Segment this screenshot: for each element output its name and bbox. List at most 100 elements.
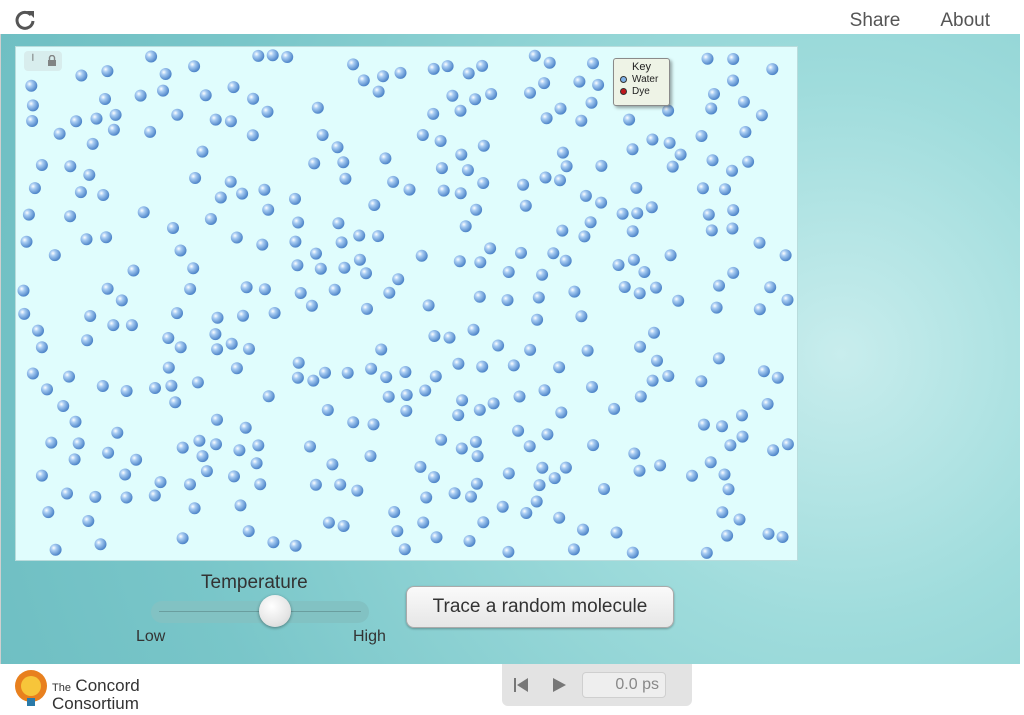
water-molecule <box>716 420 728 433</box>
water-molecule <box>710 301 723 314</box>
key-label-dye: Dye <box>632 86 650 97</box>
lock-icon[interactable] <box>47 54 57 68</box>
concord-logo[interactable]: The Concord Consortium <box>12 668 162 712</box>
water-molecule <box>184 478 196 491</box>
water-molecule <box>137 206 150 219</box>
water-molecule <box>469 435 482 448</box>
water-molecule <box>757 365 770 378</box>
water-molecule <box>387 175 400 188</box>
play-button[interactable] <box>540 666 578 704</box>
water-molecule <box>144 125 157 138</box>
water-molecule <box>453 255 466 268</box>
water-molecule <box>48 249 61 262</box>
water-molecule <box>165 379 178 392</box>
water-molecule <box>547 247 560 260</box>
water-molecule <box>721 529 734 542</box>
water-molecule <box>476 59 489 72</box>
water-molecule <box>548 472 561 485</box>
water-molecule <box>476 360 489 373</box>
water-molecule <box>598 483 610 495</box>
water-molecule <box>316 129 329 141</box>
playback-controls: 0.0 ps <box>502 664 692 706</box>
water-molecule <box>82 515 95 527</box>
legend-key[interactable]: Key Water Dye <box>613 58 670 106</box>
water-molecule <box>471 450 484 463</box>
water-molecule <box>559 461 572 474</box>
water-molecule <box>372 230 385 243</box>
water-molecule <box>68 453 81 466</box>
water-molecule <box>242 525 255 538</box>
trace-molecule-button[interactable]: Trace a random molecule <box>406 586 674 628</box>
water-molecule <box>626 225 639 238</box>
water-molecule <box>595 196 608 209</box>
water-molecule <box>536 268 549 281</box>
molecule-simulation[interactable]: ╵ Key Water Dye <box>15 46 798 561</box>
water-molecule <box>585 96 598 109</box>
water-molecule <box>517 178 530 191</box>
about-link[interactable]: About <box>940 10 990 32</box>
water-molecule <box>210 438 222 451</box>
water-molecule <box>171 307 183 320</box>
water-molecule <box>417 516 430 529</box>
water-molecule <box>477 177 490 189</box>
water-molecule <box>540 112 553 125</box>
water-molecule <box>368 199 381 211</box>
water-molecule <box>322 516 335 529</box>
water-molecule <box>702 208 715 221</box>
water-molecule <box>338 261 351 274</box>
drag-handle-icon[interactable]: ╵ <box>29 55 36 67</box>
water-molecule <box>224 115 237 128</box>
water-molecule <box>764 281 777 294</box>
water-molecule <box>20 235 33 248</box>
temperature-slider[interactable] <box>151 595 369 627</box>
slider-handle[interactable] <box>258 595 291 627</box>
water-molecule <box>204 213 217 225</box>
water-molecule <box>74 186 87 199</box>
water-molecule <box>554 174 566 187</box>
water-molecule <box>361 302 373 315</box>
water-molecule <box>101 65 114 78</box>
water-molecule <box>737 95 750 108</box>
water-molecule <box>672 294 685 307</box>
water-molecule <box>477 516 490 529</box>
water-molecule <box>502 467 515 480</box>
water-molecule <box>646 133 659 146</box>
water-molecule <box>761 398 774 410</box>
water-molecule <box>196 450 209 463</box>
water-molecule <box>111 426 124 439</box>
water-molecule <box>755 109 768 122</box>
water-molecule <box>664 249 677 262</box>
water-molecule <box>713 279 725 292</box>
water-molecule <box>84 310 97 322</box>
water-molecule <box>120 385 133 397</box>
water-molecule <box>400 404 413 417</box>
reload-icon[interactable] <box>14 9 36 31</box>
water-molecule <box>616 207 629 220</box>
reset-button[interactable] <box>502 666 540 704</box>
water-molecule <box>454 104 467 117</box>
water-molecule <box>398 543 411 556</box>
water-molecule <box>314 262 327 275</box>
water-molecule <box>532 291 545 304</box>
water-molecule <box>86 137 99 150</box>
water-molecule <box>234 499 247 512</box>
share-link[interactable]: Share <box>850 10 901 32</box>
water-molecule <box>441 60 454 73</box>
water-molecule <box>228 470 240 483</box>
water-molecule <box>337 520 350 532</box>
water-molecule <box>246 129 259 142</box>
water-molecule <box>243 342 255 355</box>
water-molecule <box>334 478 347 491</box>
water-molecule <box>727 74 739 87</box>
water-molecule <box>134 89 147 102</box>
water-molecule <box>686 469 698 482</box>
water-molecule <box>254 478 267 491</box>
water-molecule <box>157 84 169 97</box>
water-molecule <box>351 484 364 497</box>
water-molecule <box>145 50 158 63</box>
water-molecule <box>456 394 469 407</box>
water-molecule <box>18 307 31 320</box>
water-molecule <box>428 471 440 484</box>
water-molecule <box>455 148 468 161</box>
water-molecule <box>753 303 766 316</box>
